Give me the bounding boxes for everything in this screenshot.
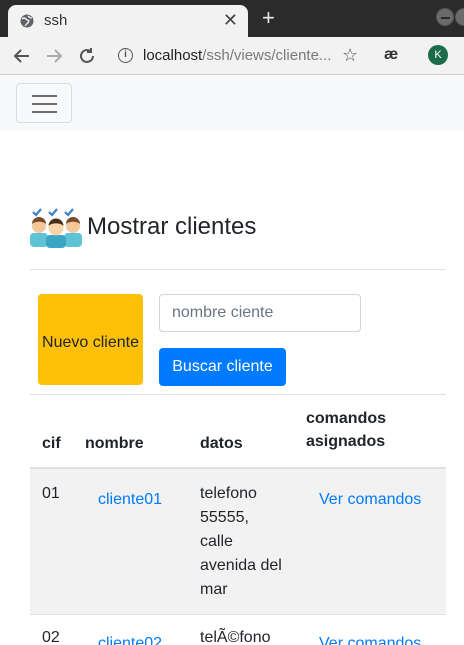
- hamburger-icon: [32, 95, 57, 97]
- reload-icon[interactable]: [76, 45, 98, 67]
- back-arrow-icon[interactable]: [11, 45, 33, 67]
- globe-icon: [20, 14, 34, 28]
- profile-avatar[interactable]: K: [428, 45, 448, 65]
- forward-arrow-icon[interactable]: [43, 45, 65, 67]
- search-client-button[interactable]: Buscar cliente: [159, 348, 286, 386]
- extension-icon[interactable]: æ: [384, 46, 398, 64]
- column-header-datos: datos: [200, 435, 243, 452]
- table-row: 01 cliente01 telefono 55555, calle aveni…: [30, 469, 446, 615]
- column-header-cif: cif: [42, 435, 61, 452]
- table-row: 02 cliente02 telÃ©fono Ver comandos: [30, 615, 446, 645]
- view-commands-link[interactable]: Ver comandos: [319, 632, 421, 645]
- browser-tab-strip: ssh ✕ +: [0, 0, 464, 37]
- column-header-asignados: asignados: [306, 433, 386, 450]
- cell-cif: 02: [42, 629, 60, 645]
- tab-title: ssh: [44, 12, 68, 29]
- browser-tab[interactable]: ssh ✕: [8, 5, 248, 37]
- clients-table: cif nombre datos comandos asignados 01 c…: [30, 394, 446, 645]
- column-header-comandos: comandos: [306, 410, 387, 427]
- client-name-link[interactable]: cliente01: [98, 488, 162, 512]
- address-bar[interactable]: i localhost/ssh/views/cliente...: [112, 43, 368, 69]
- url-text: localhost/ssh/views/cliente...: [143, 47, 332, 64]
- cell-cif: 01: [42, 485, 60, 502]
- client-name-search-input[interactable]: [159, 294, 361, 332]
- table-header: cif nombre datos comandos asignados: [30, 395, 446, 469]
- cell-datos: telÃ©fono: [200, 629, 271, 645]
- cell-datos: telefono 55555, calle avenida del mar: [200, 485, 282, 598]
- tab-close-icon[interactable]: ✕: [223, 10, 238, 30]
- client-name-link[interactable]: cliente02: [98, 632, 162, 645]
- people-group-icon: [30, 208, 82, 248]
- navbar: [0, 75, 464, 131]
- maximize-window-button[interactable]: [455, 8, 464, 26]
- view-commands-link[interactable]: Ver comandos: [319, 488, 421, 512]
- navbar-toggler-button[interactable]: [16, 83, 72, 123]
- divider: [30, 269, 446, 270]
- new-client-button[interactable]: Nuevo cliente: [38, 294, 143, 385]
- minimize-window-button[interactable]: [436, 8, 454, 26]
- bookmark-star-icon[interactable]: ☆: [342, 45, 358, 66]
- browser-toolbar: i localhost/ssh/views/cliente... ☆ æ K: [0, 37, 464, 75]
- site-info-icon[interactable]: i: [118, 48, 133, 63]
- page-title: Mostrar clientes: [87, 213, 257, 240]
- new-tab-button[interactable]: +: [262, 6, 275, 30]
- column-header-nombre: nombre: [85, 435, 144, 452]
